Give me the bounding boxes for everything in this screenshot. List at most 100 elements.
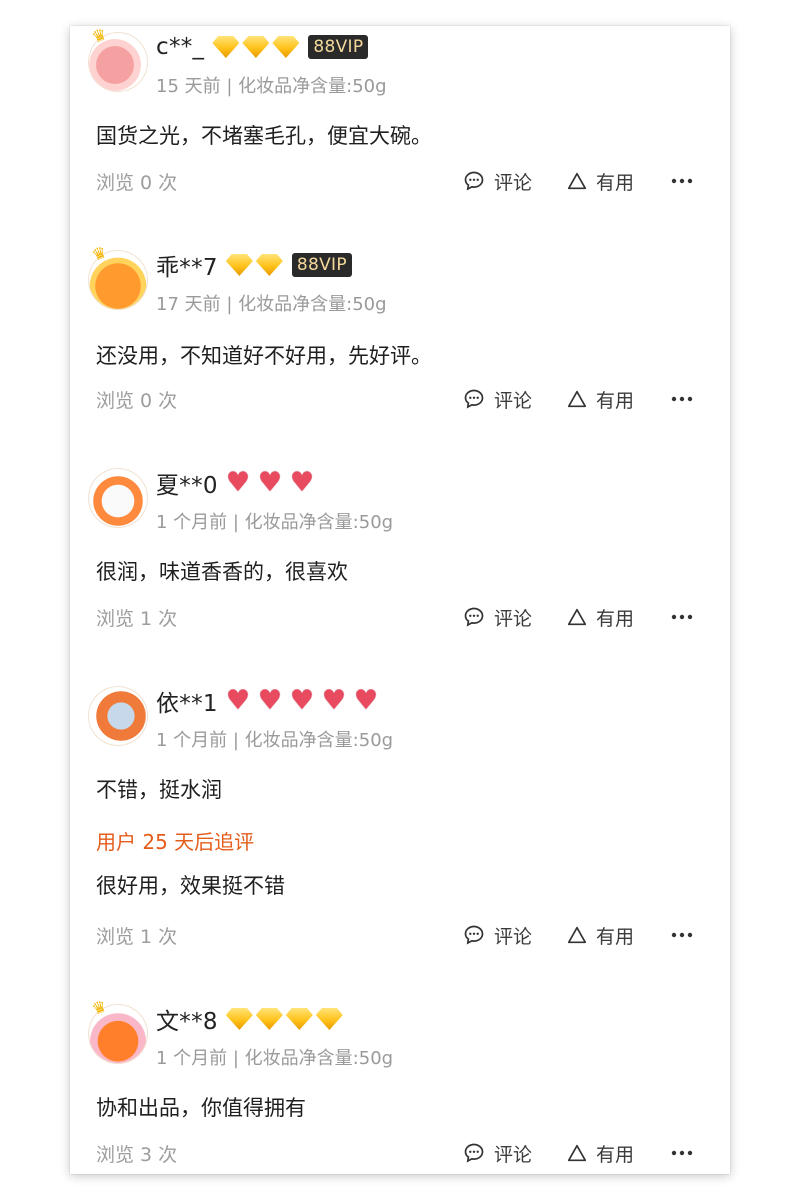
comment-icon (464, 389, 484, 409)
vip-badge: 88VIP (308, 35, 369, 59)
more-icon (671, 614, 693, 620)
heart-icon: ♥ (225, 685, 251, 716)
comment-label: 评论 (494, 607, 533, 630)
review-text: 协和出品，你值得拥有 (96, 1096, 306, 1120)
heart-icon: ♥ (225, 467, 251, 498)
level-badges (212, 36, 302, 58)
username: 文**8 (156, 1009, 218, 1035)
comment-icon (464, 607, 484, 627)
comment-button[interactable]: 评论 (462, 920, 532, 950)
avatar[interactable]: ♛ (88, 996, 148, 1064)
review-text: 不错，挺水润 (96, 778, 222, 802)
avatar[interactable] (88, 468, 148, 528)
avatar[interactable]: ♛ (88, 242, 148, 310)
useful-button[interactable]: 有用 (566, 920, 634, 950)
diamond-icon (315, 1008, 343, 1030)
review-meta: 1 个月前 | 化妆品净含量:50g (156, 512, 394, 533)
view-count: 浏览 0 次 (96, 390, 178, 412)
crown-icon: ♛ (88, 26, 110, 47)
heart-icon: ♥ (353, 685, 379, 716)
view-count: 浏览 0 次 (96, 172, 178, 194)
view-count: 浏览 1 次 (96, 926, 178, 948)
review-list: ♛ c**_ 88VIP 15 天前 | 化妆品净含量:50g 国货之光，不堵塞… (70, 26, 730, 1174)
comment-button[interactable]: 评论 (462, 602, 532, 632)
useful-button[interactable]: 有用 (566, 384, 634, 414)
diamond-icon (285, 1008, 313, 1030)
review-footer: 浏览 3 次 评论 有用 (70, 1138, 730, 1168)
heart-icon: ♥ (321, 685, 347, 716)
comment-button[interactable]: 评论 (462, 166, 532, 196)
vip-badge: 88VIP (291, 253, 352, 277)
level-badges (225, 1008, 346, 1030)
more-button[interactable] (670, 920, 694, 950)
view-count: 浏览 3 次 (96, 1144, 178, 1166)
heart-icon: ♥ (289, 467, 315, 498)
review-footer: 浏览 1 次 评论 有用 (70, 602, 730, 632)
diamond-icon (272, 36, 300, 58)
triangle-up-icon (567, 390, 587, 408)
more-icon (671, 932, 693, 938)
review-footer: 浏览 1 次 评论 有用 (70, 920, 730, 950)
review-meta: 15 天前 | 化妆品净含量:50g (156, 76, 387, 97)
diamond-icon (255, 1008, 283, 1030)
review-text: 还没用，不知道好不好用，先好评。 (96, 344, 432, 368)
triangle-up-icon (567, 1144, 587, 1162)
more-icon (671, 178, 693, 184)
review-text: 很润，味道香香的，很喜欢 (96, 560, 348, 584)
comment-label: 评论 (494, 925, 533, 948)
useful-button[interactable]: 有用 (566, 166, 634, 196)
review-footer: 浏览 0 次 评论 有用 (70, 166, 730, 196)
avatar[interactable]: ♛ (88, 26, 148, 92)
heart-icon: ♥ (289, 685, 315, 716)
heart-icon: ♥ (257, 467, 283, 498)
useful-button[interactable]: 有用 (566, 602, 634, 632)
useful-label: 有用 (596, 389, 635, 412)
comment-icon (464, 925, 484, 945)
triangle-up-icon (567, 172, 587, 190)
useful-label: 有用 (596, 607, 635, 630)
triangle-up-icon (567, 926, 587, 944)
useful-label: 有用 (596, 925, 635, 948)
more-icon (671, 1150, 693, 1156)
username: c**_ (156, 34, 205, 60)
level-badges: ♥ ♥ ♥ ♥ ♥ (225, 685, 386, 716)
heart-icon: ♥ (257, 685, 283, 716)
comment-button[interactable]: 评论 (462, 384, 532, 414)
comment-label: 评论 (494, 171, 533, 194)
more-button[interactable] (670, 1138, 694, 1168)
review-text: 国货之光，不堵塞毛孔，便宜大碗。 (96, 124, 432, 148)
diamond-icon (255, 254, 283, 276)
followup-text: 很好用，效果挺不错 (96, 874, 285, 898)
username: 夏**0 (156, 473, 218, 499)
level-badges: ♥ ♥ ♥ (225, 467, 322, 498)
review-footer: 浏览 0 次 评论 有用 (70, 384, 730, 414)
avatar[interactable] (88, 686, 148, 746)
followup-label: 用户 25 天后追评 (96, 830, 255, 854)
useful-label: 有用 (596, 1143, 635, 1166)
view-count: 浏览 1 次 (96, 608, 178, 630)
comment-icon (464, 1143, 484, 1163)
useful-label: 有用 (596, 171, 635, 194)
diamond-icon (225, 254, 253, 276)
more-button[interactable] (670, 384, 694, 414)
diamond-icon (242, 36, 270, 58)
review-meta: 1 个月前 | 化妆品净含量:50g (156, 730, 394, 751)
comment-icon (464, 171, 484, 191)
review-meta: 17 天前 | 化妆品净含量:50g (156, 294, 387, 315)
review-meta: 1 个月前 | 化妆品净含量:50g (156, 1048, 394, 1069)
diamond-icon (225, 1008, 253, 1030)
more-icon (671, 396, 693, 402)
more-button[interactable] (670, 602, 694, 632)
comment-label: 评论 (494, 389, 533, 412)
diamond-icon (212, 36, 240, 58)
crown-icon: ♛ (88, 242, 110, 265)
useful-button[interactable]: 有用 (566, 1138, 634, 1168)
username: 乖**7 (156, 255, 218, 281)
more-button[interactable] (670, 166, 694, 196)
username: 依**1 (156, 691, 218, 717)
triangle-up-icon (567, 608, 587, 626)
comment-button[interactable]: 评论 (462, 1138, 532, 1168)
comment-label: 评论 (494, 1143, 533, 1166)
crown-icon: ♛ (88, 996, 110, 1019)
level-badges (225, 254, 286, 276)
